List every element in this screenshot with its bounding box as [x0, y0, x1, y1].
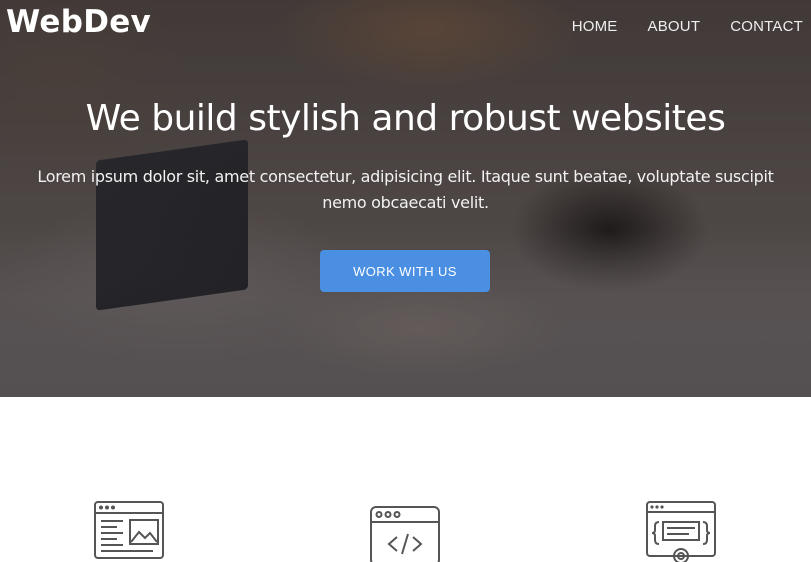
nav-item-contact[interactable]: CONTACT — [730, 18, 803, 35]
nav-item-about[interactable]: ABOUT — [648, 18, 701, 35]
code-icon — [370, 506, 440, 562]
site-logo[interactable]: WebDev — [6, 4, 151, 40]
web-design-icon — [94, 501, 164, 559]
main-nav: HOME ABOUT CONTACT — [572, 18, 803, 35]
hero-description: Lorem ipsum dolor sit, amet consectetur,… — [37, 167, 774, 212]
hero-title: We build stylish and robust websites — [85, 98, 726, 139]
nav-item-home[interactable]: HOME — [572, 18, 618, 35]
hero-section: WebDev HOME ABOUT CONTACT We build styli… — [0, 0, 811, 397]
work-with-us-button[interactable]: WORK WITH US — [320, 250, 490, 292]
web-settings-icon — [646, 501, 716, 562]
